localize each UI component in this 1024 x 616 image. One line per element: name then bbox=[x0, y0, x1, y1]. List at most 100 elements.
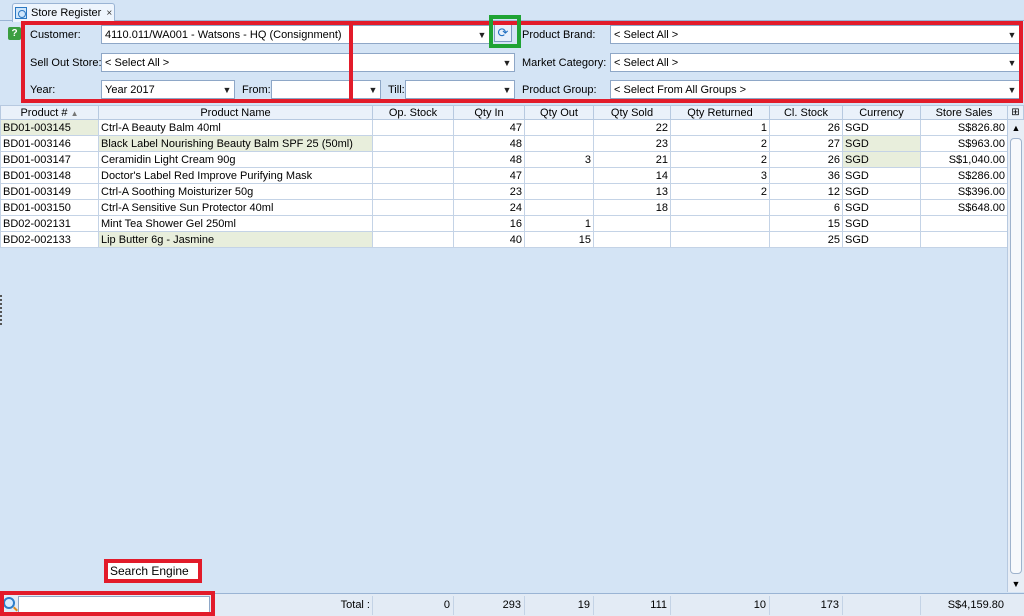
table-row[interactable]: BD01-003146 Black Label Nourishing Beaut… bbox=[0, 135, 1008, 152]
sell-out-store-select[interactable]: < Select All > ▼ bbox=[101, 53, 515, 72]
cell-qty-sold[interactable]: 21 bbox=[593, 151, 671, 168]
cell-product-name[interactable]: Ctrl-A Beauty Balm 40ml bbox=[98, 119, 373, 136]
from-select[interactable]: ▼ bbox=[271, 80, 381, 99]
cell-qty-returned[interactable]: 1 bbox=[670, 119, 770, 136]
search-input[interactable] bbox=[18, 596, 210, 614]
cell-currency[interactable]: SGD bbox=[842, 199, 921, 216]
col-header-qty-out[interactable]: Qty Out bbox=[524, 105, 594, 120]
col-header-product-name[interactable]: Product Name bbox=[98, 105, 373, 120]
cell-qty-in[interactable]: 47 bbox=[453, 167, 525, 184]
cell-qty-out[interactable] bbox=[524, 135, 594, 152]
tab-store-register[interactable]: Store Register × bbox=[12, 3, 115, 22]
cell-store-sales[interactable] bbox=[920, 231, 1008, 248]
cell-qty-returned[interactable] bbox=[670, 199, 770, 216]
cell-qty-in[interactable]: 16 bbox=[453, 215, 525, 232]
scroll-up-icon[interactable]: ▲ bbox=[1008, 120, 1024, 136]
cell-currency[interactable]: SGD bbox=[842, 167, 921, 184]
cell-product-no[interactable]: BD01-003148 bbox=[0, 167, 99, 184]
cell-qty-out[interactable] bbox=[524, 119, 594, 136]
cell-qty-out[interactable]: 15 bbox=[524, 231, 594, 248]
cell-product-name[interactable]: Lip Butter 6g - Jasmine bbox=[98, 231, 373, 248]
cell-product-name[interactable]: Ceramidin Light Cream 90g bbox=[98, 151, 373, 168]
table-row[interactable]: BD01-003148 Doctor's Label Red Improve P… bbox=[0, 167, 1008, 184]
cell-op-stock[interactable] bbox=[372, 151, 454, 168]
col-header-currency[interactable]: Currency bbox=[842, 105, 921, 120]
col-header-op-stock[interactable]: Op. Stock bbox=[372, 105, 454, 120]
cell-product-no[interactable]: BD01-003145 bbox=[0, 119, 99, 136]
cell-cl-stock[interactable]: 25 bbox=[769, 231, 843, 248]
cell-qty-in[interactable]: 47 bbox=[453, 119, 525, 136]
cell-currency[interactable]: SGD bbox=[842, 231, 921, 248]
cell-product-no[interactable]: BD01-003147 bbox=[0, 151, 99, 168]
splitter-handle[interactable] bbox=[0, 295, 3, 325]
cell-store-sales[interactable]: S$826.80 bbox=[920, 119, 1008, 136]
cell-qty-sold[interactable]: 23 bbox=[593, 135, 671, 152]
cell-cl-stock[interactable]: 26 bbox=[769, 119, 843, 136]
column-chooser-icon[interactable]: ⊞ bbox=[1007, 105, 1024, 120]
cell-currency[interactable]: SGD bbox=[842, 151, 921, 168]
cell-store-sales[interactable] bbox=[920, 215, 1008, 232]
cell-cl-stock[interactable]: 6 bbox=[769, 199, 843, 216]
cell-currency[interactable]: SGD bbox=[842, 119, 921, 136]
help-icon[interactable]: ? bbox=[8, 27, 21, 40]
cell-product-name[interactable]: Doctor's Label Red Improve Purifying Mas… bbox=[98, 167, 373, 184]
cell-store-sales[interactable]: S$396.00 bbox=[920, 183, 1008, 200]
col-header-qty-sold[interactable]: Qty Sold bbox=[593, 105, 671, 120]
scroll-thumb[interactable] bbox=[1010, 138, 1022, 574]
table-row[interactable]: BD02-002133 Lip Butter 6g - Jasmine 40 1… bbox=[0, 231, 1008, 248]
cell-store-sales[interactable]: S$963.00 bbox=[920, 135, 1008, 152]
cell-product-no[interactable]: BD01-003146 bbox=[0, 135, 99, 152]
cell-currency[interactable]: SGD bbox=[842, 183, 921, 200]
cell-op-stock[interactable] bbox=[372, 215, 454, 232]
cell-qty-sold[interactable]: 14 bbox=[593, 167, 671, 184]
cell-product-name[interactable]: Black Label Nourishing Beauty Balm SPF 2… bbox=[98, 135, 373, 152]
year-select[interactable]: Year 2017 ▼ bbox=[101, 80, 235, 99]
cell-currency[interactable]: SGD bbox=[842, 135, 921, 152]
cell-qty-in[interactable]: 48 bbox=[453, 151, 525, 168]
cell-op-stock[interactable] bbox=[372, 183, 454, 200]
cell-qty-in[interactable]: 24 bbox=[453, 199, 525, 216]
col-header-qty-in[interactable]: Qty In bbox=[453, 105, 525, 120]
search-icon[interactable] bbox=[3, 597, 15, 609]
cell-qty-returned[interactable]: 2 bbox=[670, 183, 770, 200]
table-row[interactable]: BD02-002131 Mint Tea Shower Gel 250ml 16… bbox=[0, 215, 1008, 232]
cell-qty-returned[interactable] bbox=[670, 215, 770, 232]
cell-qty-returned[interactable] bbox=[670, 231, 770, 248]
cell-qty-out[interactable]: 1 bbox=[524, 215, 594, 232]
till-select[interactable]: ▼ bbox=[405, 80, 515, 99]
table-row[interactable]: BD01-003145 Ctrl-A Beauty Balm 40ml 47 2… bbox=[0, 119, 1008, 136]
cell-qty-in[interactable]: 23 bbox=[453, 183, 525, 200]
cell-op-stock[interactable] bbox=[372, 231, 454, 248]
cell-op-stock[interactable] bbox=[372, 199, 454, 216]
cell-qty-in[interactable]: 48 bbox=[453, 135, 525, 152]
scroll-down-icon[interactable]: ▼ bbox=[1008, 576, 1024, 592]
cell-qty-returned[interactable]: 3 bbox=[670, 167, 770, 184]
cell-qty-sold[interactable] bbox=[593, 215, 671, 232]
market-category-select[interactable]: < Select All > ▼ bbox=[610, 53, 1020, 72]
cell-cl-stock[interactable]: 27 bbox=[769, 135, 843, 152]
col-header-store-sales[interactable]: Store Sales bbox=[920, 105, 1008, 120]
cell-product-name[interactable]: Mint Tea Shower Gel 250ml bbox=[98, 215, 373, 232]
cell-op-stock[interactable] bbox=[372, 119, 454, 136]
cell-store-sales[interactable]: S$648.00 bbox=[920, 199, 1008, 216]
cell-product-no[interactable]: BD01-003149 bbox=[0, 183, 99, 200]
cell-op-stock[interactable] bbox=[372, 167, 454, 184]
close-icon[interactable]: × bbox=[106, 8, 112, 19]
col-header-product-no[interactable]: Product # ▲ bbox=[0, 105, 99, 120]
cell-qty-sold[interactable]: 18 bbox=[593, 199, 671, 216]
cell-cl-stock[interactable]: 26 bbox=[769, 151, 843, 168]
cell-qty-out[interactable] bbox=[524, 199, 594, 216]
cell-qty-sold[interactable]: 13 bbox=[593, 183, 671, 200]
cell-product-no[interactable]: BD01-003150 bbox=[0, 199, 99, 216]
cell-cl-stock[interactable]: 36 bbox=[769, 167, 843, 184]
cell-store-sales[interactable]: S$286.00 bbox=[920, 167, 1008, 184]
cell-product-no[interactable]: BD02-002131 bbox=[0, 215, 99, 232]
cell-qty-out[interactable]: 3 bbox=[524, 151, 594, 168]
cell-qty-in[interactable]: 40 bbox=[453, 231, 525, 248]
cell-product-name[interactable]: Ctrl-A Sensitive Sun Protector 40ml bbox=[98, 199, 373, 216]
cell-cl-stock[interactable]: 12 bbox=[769, 183, 843, 200]
table-row[interactable]: BD01-003150 Ctrl-A Sensitive Sun Protect… bbox=[0, 199, 1008, 216]
cell-store-sales[interactable]: S$1,040.00 bbox=[920, 151, 1008, 168]
customer-select[interactable]: 4110.011/WA001 - Watsons - HQ (Consignme… bbox=[101, 25, 490, 44]
product-brand-select[interactable]: < Select All > ▼ bbox=[610, 25, 1020, 44]
